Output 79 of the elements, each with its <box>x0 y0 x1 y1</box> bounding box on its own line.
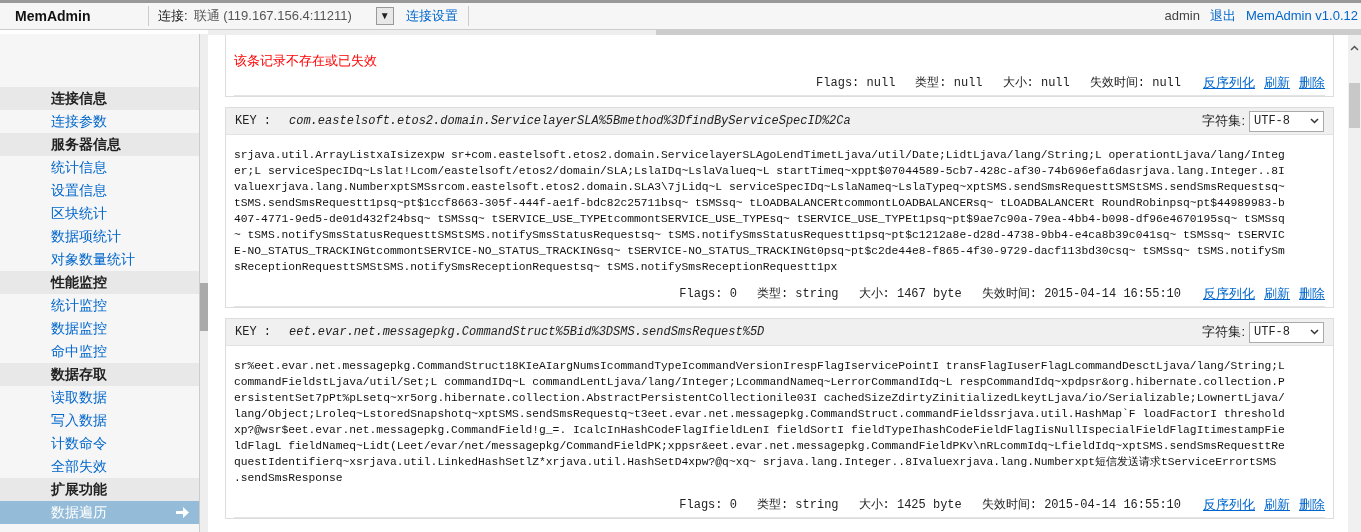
dropdown-button[interactable]: ▼ <box>375 7 394 25</box>
value-line: lang/Object;Lroleq~LstoredSnapshotq~xptSMS.sendSmsRequestq~t3eet.evar.net.messagepkg.CommandStruct.commandFieldssrjava.util.HashMap`F loadFactorI threshold <box>234 407 1285 422</box>
key-label: KEY : <box>235 324 271 341</box>
action-link[interactable]: 反序列化 <box>1203 283 1255 304</box>
arrow-right-icon <box>176 507 189 518</box>
meta-field: 大小: null <box>1002 74 1070 92</box>
key-label: KEY : <box>235 113 271 130</box>
meta-field: 类型: string <box>756 495 839 514</box>
key-text: com.eastelsoft.etos2.domain.ServicelayerSLA%5Bmethod%3DfindByServiceSpecID%2Ca <box>289 113 851 130</box>
nav-item[interactable]: 统计信息 <box>0 156 199 179</box>
key-text: eet.evar.net.messagepkg.CommandStruct%5Bid%3DSMS.sendSmsRequest%5D <box>289 324 765 341</box>
charset-select[interactable]: UTF-8 <box>1249 110 1324 132</box>
meta-field: 失效时间: 2015-04-14 16:55:10 <box>981 284 1181 303</box>
nav-item[interactable]: 对象数量统计 <box>0 248 199 271</box>
meta-field: 失效时间: 2015-04-14 16:55:10 <box>981 495 1181 514</box>
action-link[interactable]: 删除 <box>1299 494 1325 515</box>
value-line: srjava.util.ArrayListxaIsizexpw sr+com.eastelsoft.etos2.domain.ServicelayerSLAgoLendTimetLjava/util/Date;LidtLjava/lang/String;L operationtLjava/lang/Integ <box>234 148 1285 163</box>
error-message: 该条记录不存在或已失效 <box>234 53 377 68</box>
section-header: 扩展功能 <box>0 478 199 501</box>
meta-field: 类型: null <box>915 74 983 92</box>
nav-item[interactable]: 数据项统计 <box>0 225 199 248</box>
scroll-up-icon <box>1350 45 1359 51</box>
meta-field: Flags: 0 <box>679 284 737 303</box>
scroll-thumb[interactable] <box>1349 83 1360 128</box>
brand-title: MemAdmin <box>14 6 92 26</box>
action-link[interactable]: 删除 <box>1299 283 1325 304</box>
version-link[interactable]: MemAdmin v1.0.12 <box>1246 6 1358 26</box>
user-name: admin <box>1164 7 1200 26</box>
value-line: ~ tSMS.notifySmsStatusRequesttSMStSMS.notifySmsStatusRequestsq~ tSMS.notifySmsStatusRequestt1psq~pt$c1212a8e-d28d-4738-9bb4-e4ca8b39c041sq~ tSMSsq~ tSERVIC <box>234 228 1285 243</box>
meta-field: Flags: null <box>816 74 896 92</box>
nav-item[interactable]: 计数命令 <box>0 432 199 455</box>
section-header: 数据存取 <box>0 363 199 386</box>
connection-label: 连接: <box>158 7 188 26</box>
value-line: sr%eet.evar.net.messagepkg.CommandStruct18KIeAIargNumsIcommandTypeIcommandVersionIrespFlagIservicePointI transFlagIuserFlagLcommandDesctLjava/lang/String;L <box>234 359 1285 374</box>
value-line: sReceptionRequesttSMStSMS.notifySmsReceptionRequestsq~ tSMS.notifySmsReceptionRequestt1px <box>234 260 838 275</box>
nav-item[interactable]: 区块统计 <box>0 202 199 225</box>
nav-item[interactable]: 数据监控 <box>0 317 199 340</box>
connection-value: 联通 (119.167.156.4:11211) <box>193 7 353 26</box>
value-line: er;L serviceSpecIDq~Lslat!Lcom/eastelsoft/etos2/domain/SLA;LslaIDq~LslaValueq~L startTimeq~xppt$07044589-5cb7-428c-af30-74b696efa6dasrjava.lang.Integer..8I <box>234 164 1285 179</box>
action-link[interactable]: 刷新 <box>1264 73 1290 93</box>
meta-field: 大小: 1467 byte <box>858 284 962 303</box>
action-link[interactable]: 刷新 <box>1264 494 1290 515</box>
logout-link[interactable]: 退出 <box>1210 6 1236 26</box>
action-link[interactable]: 反序列化 <box>1203 494 1255 515</box>
action-link[interactable]: 删除 <box>1299 73 1325 93</box>
meta-field: 类型: string <box>756 284 839 303</box>
nav-item[interactable]: 全部失效 <box>0 455 199 478</box>
nav-item[interactable]: 命中监控 <box>0 340 199 363</box>
charset-select[interactable]: UTF-8 <box>1249 321 1324 343</box>
value-line: 407-4771-9ed5-de01d432f24bsq~ tSMSsq~ tSERVICE_USE_TYPEtcommontSERVICE_USE_TYPEsq~ tSERVICE_USE_TYPEt1psq~pt$9ae7c90a-79ea-4bb4-b098-df96e4670195sq~ tSMSsq <box>234 212 1285 227</box>
value-line: ersistentSet7pPt%pLsetq~xr5org.hibernate.collection.AbstractPersistentCollectionile03I cachedSizeZdirtyZinitializedLkeytLjava/io/Serializable;LownertLjava/ <box>234 391 1285 406</box>
charset-label: 字符集: <box>1202 112 1245 131</box>
scroll-thumb[interactable] <box>656 30 1361 35</box>
value-line: valuexrjava.lang.NumberxptSMSsrcom.eastelsoft.etos2.domain.SLA3\7jLidq~L serviceSpecIDq~LslaNameq~LslaTypeq~xptSMS.sendSmsRequesttSMStSMS.sendSmsRequestsq~ <box>234 180 1285 195</box>
value-line: tSMS.sendSmsRequestt1psq~pt$1ccf8663-305f-444f-ae1f-bdc82c25711bsq~ tSMSsq~ tLOADBALANCERtcommontLOADBALANCERsq~ tLOADBALANCERt RoundRobinpsq~pt$44989983-b <box>234 196 1285 211</box>
nav-item[interactable]: 读取数据 <box>0 386 199 409</box>
meta-field: Flags: 0 <box>679 495 737 514</box>
action-link[interactable]: 反序列化 <box>1203 73 1255 93</box>
nav-item[interactable]: 设置信息 <box>0 179 199 202</box>
nav-item[interactable]: 连接参数 <box>0 110 199 133</box>
meta-field: 失效时间: null <box>1089 74 1181 92</box>
section-header: 连接信息 <box>0 87 199 110</box>
scroll-thumb[interactable] <box>200 283 208 331</box>
value-line: ldFlagL fieldNameq~Lidt(Leet/evar/net/messagepkg/CommandFieldPK;xppsr&eet.evar.net.messagepkg.CommandFieldPKv\nRLcommIdq~LfieldIdq~xptSMS.sendSmsRequesttRe <box>234 439 1285 454</box>
chevron-icon <box>1310 118 1319 124</box>
section-header: 性能监控 <box>0 271 199 294</box>
value-line: .sendSmsResponse <box>234 471 343 486</box>
charset-label: 字符集: <box>1202 323 1245 342</box>
settings-link[interactable]: 连接设置 <box>405 6 458 26</box>
value-line: questIdentifierq~xsrjava.util.LinkedHashSetlZ*xrjava.util.HashSetD4xpw?@q~xq~ srjava.lang.Integer..8Ivaluexrjava.lang.Numberxpt短信发送请求tServiceErrortSMS <box>234 455 1277 470</box>
chevron-icon <box>1310 329 1319 335</box>
value-line: E-NO_STATUS_TRACKINGtcommontSERVICE-NO_STATUS_TRACKINGsq~ tSERVICE-NO_STATUS_TRACKINGt0psq~pt$c2de44e8-f865-4f30-9729-dacf113bd30csq~ tSMSsq~ tSMS.notifySm <box>234 244 1285 259</box>
value-line: xp?@wsr$eet.evar.net.messagepkg.CommandField!g_=. IcalcInHashCodeFlagIfieldLenI fieldSortI fieldTypeIhashCodeFieldFlagIisNullIspecialFieldFlagItimestampFie <box>234 423 1285 438</box>
value-line: commandFieldstLjava/util/Set;L commandIDq~L commandLentLjava/lang/Integer;LcommandNameq~LerrorCommandIdq~L respCommandIdq~xpdpsr&org.hibernate.collection.P <box>234 375 1285 390</box>
nav-item[interactable]: 统计监控 <box>0 294 199 317</box>
action-link[interactable]: 刷新 <box>1264 283 1290 304</box>
meta-field: 大小: 1425 byte <box>858 495 962 514</box>
section-header: 服务器信息 <box>0 133 199 156</box>
nav-item[interactable]: 写入数据 <box>0 409 199 432</box>
